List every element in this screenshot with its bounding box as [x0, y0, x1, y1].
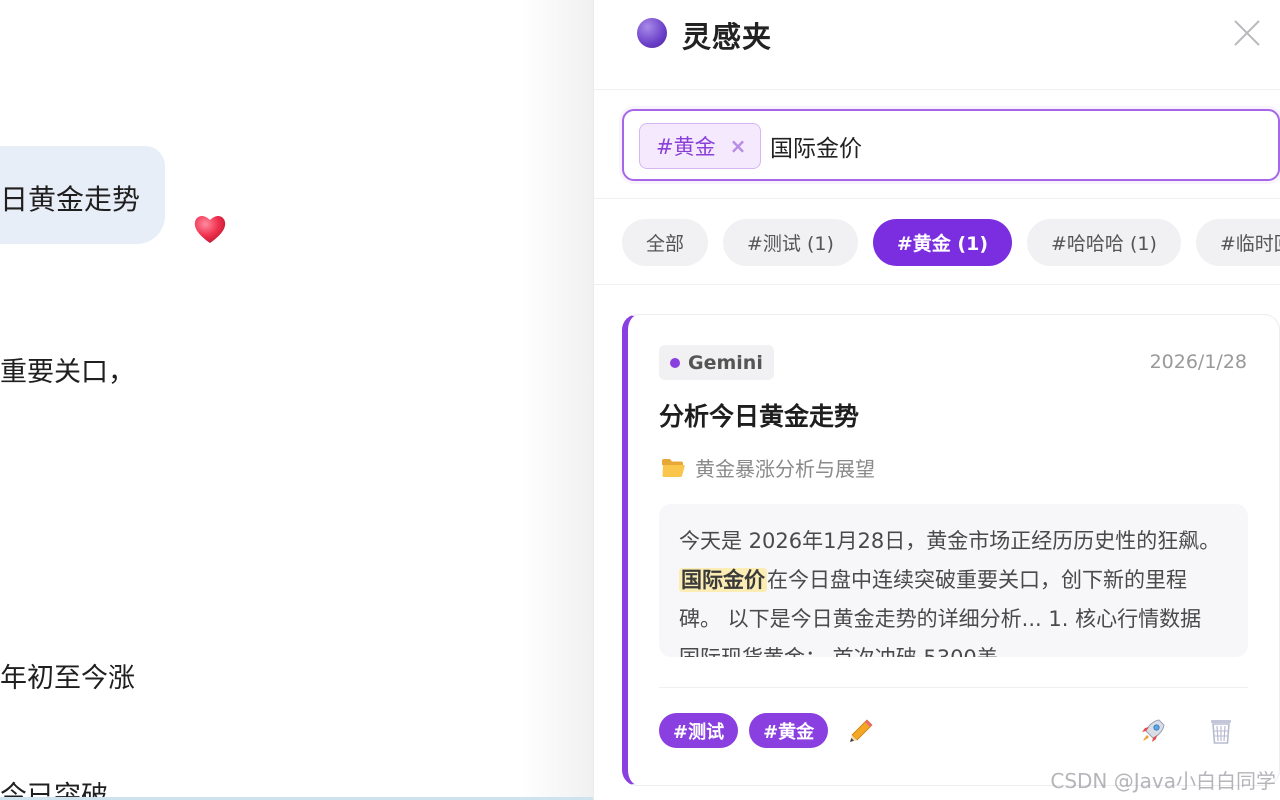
panel-title: 灵感夹 — [682, 20, 773, 54]
filter-tab[interactable]: #黄金 (1) — [872, 219, 1013, 266]
logo-orb-icon — [637, 18, 667, 48]
folder-label: 黄金暴涨分析与展望 — [695, 457, 875, 481]
close-button[interactable] — [1232, 18, 1262, 48]
filter-tab[interactable]: 全部 — [622, 219, 709, 266]
watermark: CSDN @Java小白白同学 — [1050, 769, 1276, 793]
rocket-icon[interactable] — [1139, 717, 1167, 745]
filter-tabs: 全部 #测试 (1) #黄金 (1) #哈哈哈 (1) #临时回答 — [622, 219, 1280, 266]
chat-line: 年初至今涨 — [0, 663, 135, 694]
panel-shadow — [520, 0, 594, 800]
filter-tab[interactable]: #哈哈哈 (1) — [1027, 219, 1181, 266]
card-tags: #测试 #黄金 — [659, 713, 875, 748]
source-label: Gemini — [688, 351, 763, 374]
card-title: 分析今日黄金走势 — [659, 402, 860, 431]
active-tag-label: #黄金 — [656, 135, 716, 159]
edit-pencil-icon[interactable] — [847, 717, 875, 745]
card-date: 2026/1/28 — [1149, 351, 1247, 373]
chat-area: 日黄金走势 重要关口， 年初至今涨 今已突破 — [0, 0, 600, 800]
active-tag-chip: #黄金 × — [639, 123, 762, 169]
chat-bubble-text: 日黄金走势 — [0, 183, 141, 216]
divider — [594, 284, 1280, 285]
trash-icon[interactable] — [1208, 717, 1234, 745]
folder-icon — [662, 458, 685, 477]
card-tag[interactable]: #测试 — [659, 713, 739, 748]
inspiration-panel: 灵感夹 #黄金 × 全部#测试 (1)#黄金 (1)#哈哈哈 (1)#临时回答 … — [593, 0, 1280, 800]
card-tag[interactable]: #黄金 — [749, 713, 829, 748]
source-dot-icon — [670, 357, 680, 368]
preview-text: 今天是 2026年1月28日，黄金市场正经历历史性的狂飙。 — [679, 529, 1221, 553]
chat-line: 重要关口， — [0, 357, 135, 388]
card-preview: 今天是 2026年1月28日，黄金市场正经历历史性的狂飙。国际金价在今日盘中连续… — [659, 504, 1248, 657]
search-highlight: 国际金价 — [679, 568, 767, 592]
panel-header: 灵感夹 — [594, 0, 1280, 90]
divider — [659, 687, 1248, 688]
folder-row: 黄金暴涨分析与展望 — [661, 453, 875, 482]
source-badge: Gemini — [659, 345, 774, 380]
search-input[interactable] — [770, 125, 1260, 167]
inspiration-card[interactable]: Gemini 2026/1/28 分析今日黄金走势 黄金暴涨分析与展望 今天是 … — [622, 314, 1280, 786]
divider — [594, 198, 1280, 199]
search-box[interactable]: #黄金 × — [622, 109, 1280, 181]
heart-icon[interactable] — [193, 213, 227, 245]
filter-tab[interactable]: #测试 (1) — [723, 219, 858, 266]
remove-tag-icon[interactable]: × — [730, 134, 747, 158]
filter-tab[interactable]: #临时回答 — [1195, 219, 1280, 266]
